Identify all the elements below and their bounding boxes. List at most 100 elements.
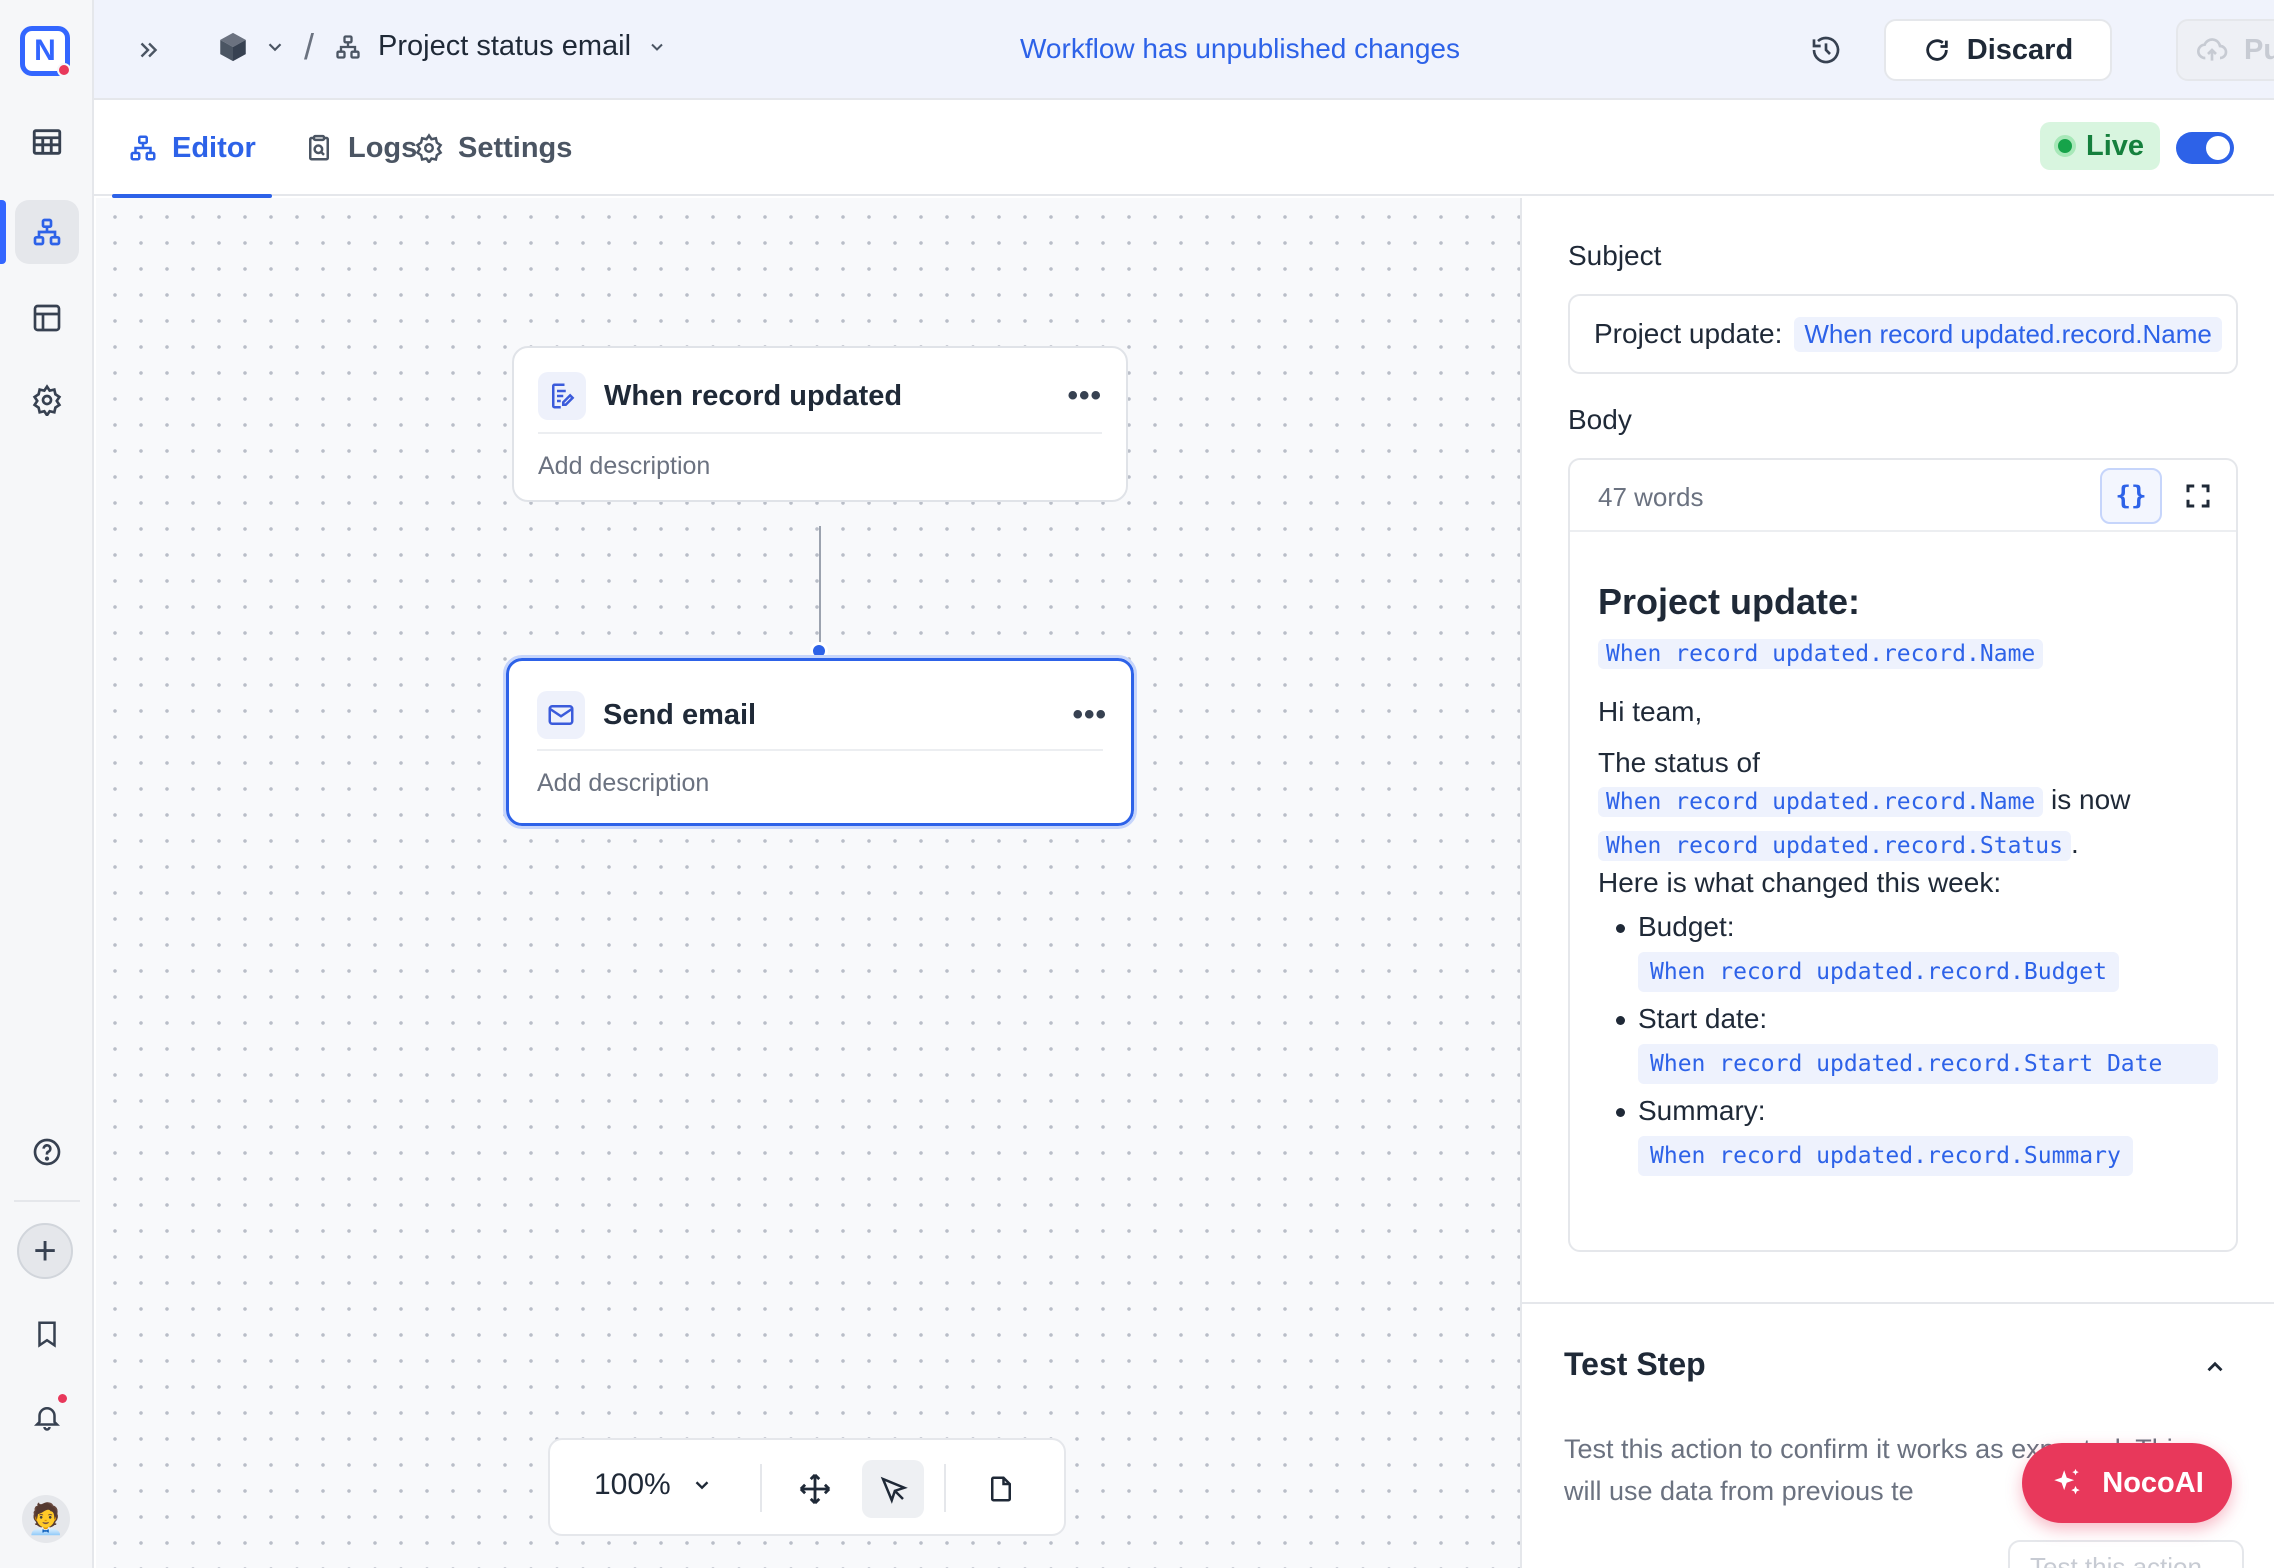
braces-icon: {} (2115, 481, 2147, 511)
rail-notifications-button[interactable] (15, 1385, 79, 1449)
nocoai-label: NocoAI (2102, 1466, 2204, 1499)
toolbar-divider (760, 1464, 762, 1512)
rail-help-button[interactable] (15, 1120, 79, 1184)
test-step-title: Test Step (1564, 1346, 1706, 1382)
settings-icon (415, 133, 443, 163)
node-more-icon[interactable]: ••• (1072, 698, 1107, 732)
rail-add-button[interactable]: + (17, 1223, 73, 1279)
discard-label: Discard (1966, 33, 2074, 66)
send-email-node[interactable]: Send email ••• Add description (503, 655, 1137, 829)
zoom-select[interactable]: 100% (594, 1468, 713, 1502)
cursor-icon (880, 1476, 908, 1504)
test-action-button[interactable]: Test this action (2008, 1540, 2244, 1568)
refresh-icon (1926, 39, 1948, 61)
rail-tables-button[interactable] (15, 110, 79, 174)
cloud-upload-icon (2197, 38, 2228, 61)
chevron-down-icon (651, 43, 663, 51)
bookmark-icon (38, 1321, 56, 1348)
variable-chip[interactable]: When record updated.record.Start Date (1638, 1044, 2218, 1084)
workflow-icon (336, 34, 360, 59)
expand-sidebar-button[interactable] (128, 28, 168, 72)
body-label: Body (1568, 404, 1632, 435)
rail-active-indicator (0, 200, 6, 264)
variable-chip[interactable]: When record updated.record.Status (1598, 831, 2071, 861)
list-item: Start date: When record updated.record.S… (1608, 998, 2218, 1084)
sparkles-icon (2054, 1468, 2080, 1495)
expand-editor-button[interactable] (2176, 474, 2220, 518)
zoom-level: 100% (594, 1468, 671, 1501)
workflow-breadcrumb[interactable]: Project status email (334, 30, 667, 63)
bell-icon (33, 1407, 61, 1431)
mail-icon (537, 691, 585, 739)
canvas-toolbar: 100% (548, 1438, 1066, 1536)
nocoai-button[interactable]: NocoAI (2022, 1443, 2232, 1523)
subject-input[interactable]: Project update: When record updated.reco… (1568, 294, 2238, 374)
variable-chip[interactable]: When record updated.record.Name (1598, 787, 2044, 817)
rail-dashboards-button[interactable] (15, 286, 79, 350)
changes-list: Budget: When record updated.record.Budge… (1608, 906, 2218, 1182)
rail-divider (14, 1200, 80, 1202)
node-divider (537, 749, 1103, 751)
node-description[interactable]: Add description (537, 769, 709, 798)
publish-button[interactable]: Publish (2176, 19, 2274, 81)
node-config-panel: Subject Project update: When record upda… (1520, 198, 2274, 1568)
tab-settings[interactable]: Settings (414, 100, 572, 196)
collapse-test-step-button[interactable] (2202, 1354, 2228, 1385)
logs-icon (309, 134, 329, 161)
select-tool-button[interactable] (862, 1460, 924, 1518)
live-status-badge: Live (2040, 122, 2161, 170)
subject-variable-chip[interactable]: When record updated.record.Name (1794, 316, 2222, 352)
base-cube-icon (220, 32, 246, 62)
notes-tool-button[interactable] (970, 1460, 1032, 1518)
dashboard-icon (33, 304, 61, 332)
variable-chip[interactable]: When record updated.record.Budget (1638, 952, 2119, 992)
node-title: Send email (603, 698, 757, 731)
live-toggle[interactable] (2176, 132, 2234, 164)
chevrons-right-icon (140, 42, 158, 58)
body-editor[interactable]: 47 words {} Project update: When record … (1568, 458, 2238, 1252)
body-heading: Project update: (1598, 581, 1861, 622)
publish-label: Publish (2244, 33, 2274, 66)
list-item: Budget: When record updated.record.Budge… (1608, 906, 2218, 998)
node-connector (819, 526, 821, 650)
top-bar: / Project status email Workflow has unpu… (94, 0, 2274, 100)
subject-prefix: Project update: (1594, 318, 1783, 349)
workflow-icon (130, 135, 156, 161)
live-label: Live (2086, 129, 2145, 162)
rail-workflows-button[interactable] (15, 200, 79, 264)
body-is-now: is now (2051, 784, 2131, 815)
move-icon (799, 1473, 831, 1505)
workflow-icon (33, 218, 61, 246)
chevron-up-icon (2207, 1361, 2223, 1372)
variable-chip[interactable]: When record updated.record.Name (1598, 639, 2044, 669)
discard-button[interactable]: Discard (1884, 19, 2112, 81)
base-switcher[interactable] (216, 30, 286, 64)
toolbar-divider (944, 1464, 946, 1512)
variable-chip[interactable]: When record updated.record.Summary (1638, 1136, 2133, 1176)
body-status-of: The status of (1598, 747, 1760, 778)
rail-settings-button[interactable] (15, 368, 79, 432)
node-description[interactable]: Add description (538, 452, 710, 481)
user-avatar[interactable]: 🧑‍💼 (22, 1495, 70, 1543)
insert-variable-button[interactable]: {} (2100, 468, 2162, 524)
body-changed-intro: Here is what changed this week: (1598, 867, 2002, 898)
pan-tool-button[interactable] (784, 1460, 846, 1518)
version-history-button[interactable] (1806, 30, 1846, 70)
fullscreen-icon (2186, 484, 2210, 508)
list-item: Summary: When record updated.record.Summ… (1608, 1090, 2218, 1182)
tab-editor[interactable]: Editor (112, 100, 272, 198)
left-rail: N + 🧑‍💼 (0, 0, 94, 1568)
email-body-content[interactable]: Project update: When record updated.reco… (1598, 578, 2218, 1182)
logo-status-dot (57, 63, 71, 77)
workflow-canvas[interactable]: When record updated ••• Add description … (96, 198, 1520, 1568)
rail-bookmarks-button[interactable] (15, 1302, 79, 1366)
list-item-label: Summary: (1638, 1095, 1766, 1126)
tab-bar: Editor Logs Settings Live (94, 100, 2274, 198)
file-icon (991, 1476, 1011, 1502)
tab-logs[interactable]: Logs (304, 100, 417, 196)
trigger-node[interactable]: When record updated ••• Add description (512, 346, 1128, 502)
nocodb-logo[interactable]: N (20, 26, 71, 77)
body-editor-header: 47 words {} (1570, 460, 2236, 532)
node-more-icon[interactable]: ••• (1067, 379, 1102, 413)
table-icon (32, 129, 62, 155)
